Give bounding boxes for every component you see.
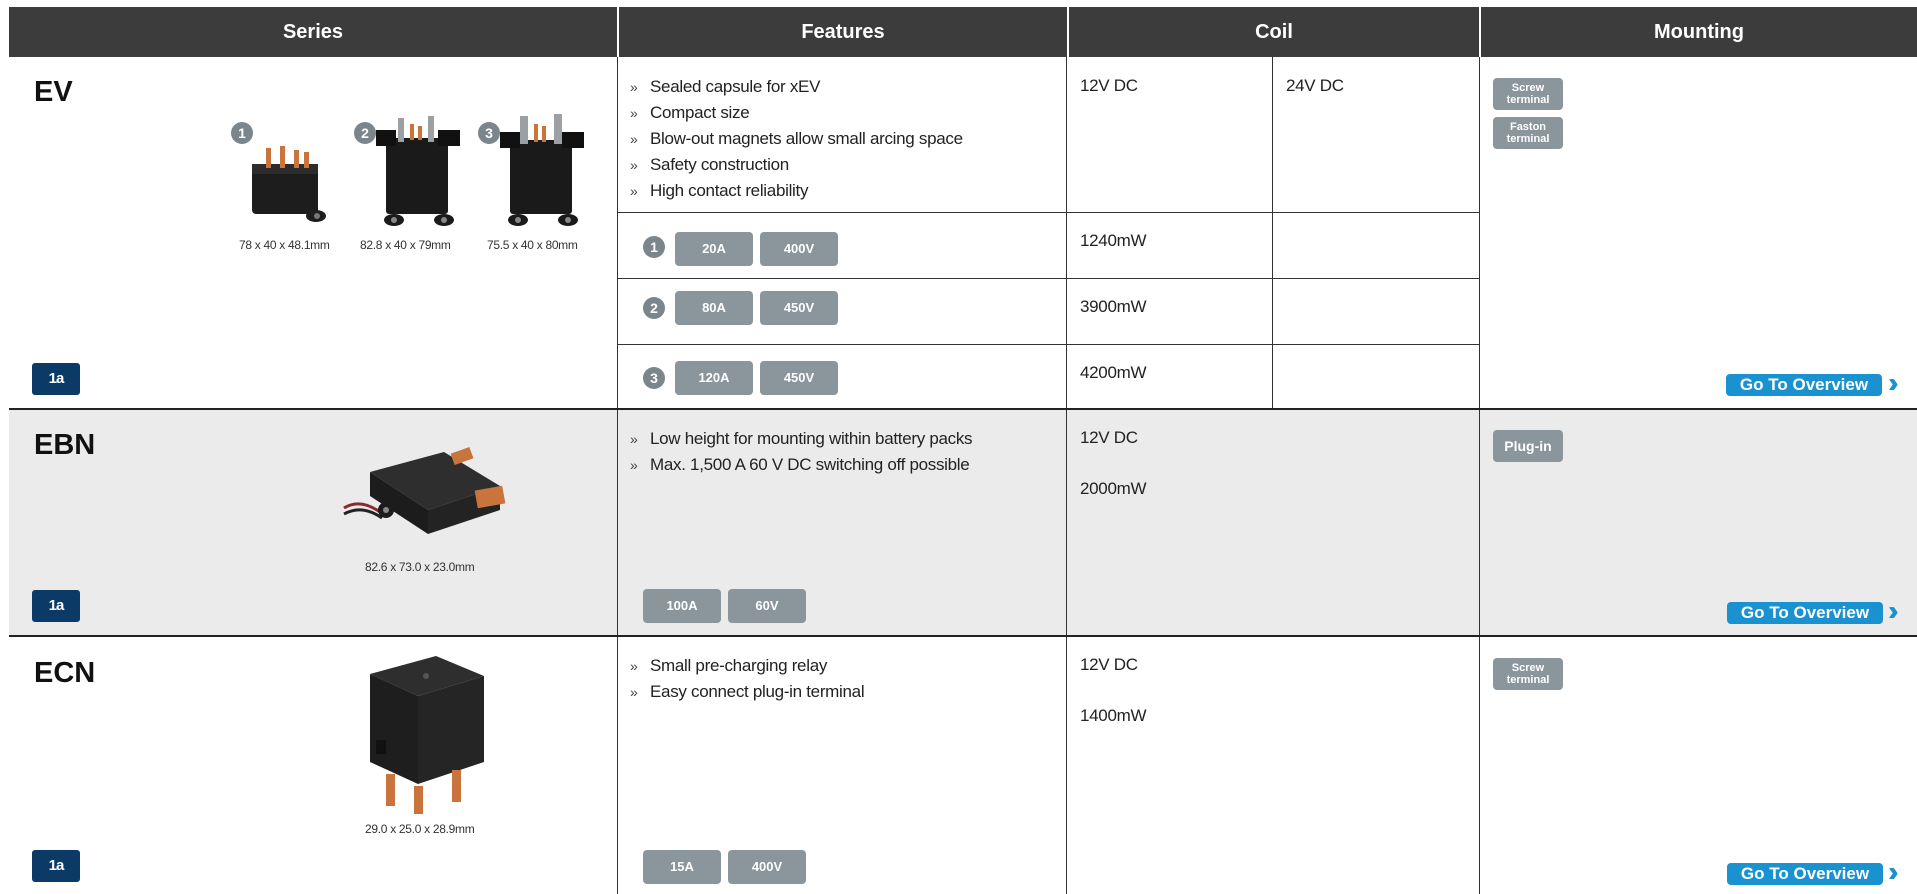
ev-divider bbox=[617, 278, 1479, 279]
ev-divider bbox=[617, 344, 1479, 345]
feature-item: » Low height for mounting within battery … bbox=[630, 429, 973, 448]
mounting-faston-terminal: Faston terminal bbox=[1493, 117, 1563, 149]
go-to-overview-button[interactable]: Go To Overview bbox=[1726, 374, 1882, 396]
table-header: Series Features Coil Mounting bbox=[9, 7, 1917, 57]
ecn-features-list: » Small pre-charging relay » Easy connect … bbox=[630, 653, 865, 705]
ev-relay-image-1 bbox=[252, 146, 326, 222]
feature-item: » Easy connect plug-in terminal bbox=[630, 682, 865, 701]
coil-divider bbox=[1272, 57, 1273, 409]
series-name-ebn: EBN bbox=[34, 429, 96, 461]
coil-power: 3900mW bbox=[1080, 297, 1147, 316]
ev-coil-12v: 12V DC bbox=[1080, 76, 1138, 95]
feature-item: » Sealed capsule for xEV bbox=[630, 77, 821, 96]
header-divider bbox=[1067, 7, 1069, 57]
ecn-coil-power: 1400mW bbox=[1080, 706, 1147, 725]
header-coil: Coil bbox=[1255, 21, 1293, 43]
current-rating-pill: 80A bbox=[675, 291, 753, 325]
ev-image-dim-1: 78 x 40 x 48.1mm bbox=[239, 238, 330, 252]
ebn-dim: 82.6 x 73.0 x 23.0mm bbox=[365, 560, 475, 574]
go-to-overview-button[interactable]: Go To Overview bbox=[1727, 602, 1883, 624]
header-divider bbox=[1479, 7, 1481, 57]
series-name-ev: EV bbox=[34, 76, 73, 108]
voltage-rating-pill: 60V bbox=[728, 589, 806, 623]
voltage-rating-pill: 450V bbox=[760, 291, 838, 325]
current-rating-pill: 100A bbox=[643, 589, 721, 623]
mounting-plug-in: Plug-in bbox=[1493, 430, 1563, 462]
ecn-relay-image bbox=[370, 656, 484, 814]
header-features: Features bbox=[801, 21, 885, 43]
chevron-right-icon[interactable]: ›› bbox=[1888, 369, 1898, 397]
ecn-contact-badge: 1a bbox=[32, 850, 80, 882]
variant-number: 3 bbox=[643, 367, 665, 389]
feature-item: » Max. 1,500 A 60 V DC switching off poss… bbox=[630, 455, 970, 474]
go-to-overview-button[interactable]: Go To Overview bbox=[1727, 863, 1883, 885]
ecn-dim: 29.0 x 25.0 x 28.9mm bbox=[365, 822, 475, 836]
current-rating-pill: 120A bbox=[675, 361, 753, 395]
mounting-screw-terminal: Screw terminal bbox=[1493, 78, 1563, 110]
variant-number: 2 bbox=[643, 297, 665, 319]
feature-item: » Safety construction bbox=[630, 155, 789, 174]
mounting-screw-terminal: Screw terminal bbox=[1493, 658, 1563, 690]
column-divider bbox=[1066, 57, 1067, 894]
feature-item: » Compact size bbox=[630, 103, 750, 122]
ebn-contact-badge: 1a bbox=[32, 590, 80, 622]
header-series: Series bbox=[282, 21, 344, 43]
ev-contact-badge: 1a bbox=[32, 363, 80, 395]
column-divider bbox=[617, 57, 618, 894]
ev-divider bbox=[617, 212, 1479, 213]
ebn-relay-image bbox=[343, 446, 506, 534]
chevron-right-icon[interactable]: ›› bbox=[1888, 858, 1898, 886]
voltage-rating-pill: 400V bbox=[760, 232, 838, 266]
row-separator bbox=[9, 635, 1917, 637]
coil-power: 4200mW bbox=[1080, 363, 1147, 382]
ev-relay-image-3 bbox=[500, 114, 584, 226]
ev-relay-image-2 bbox=[376, 116, 460, 226]
feature-item: » Blow-out magnets allow small arcing spa… bbox=[630, 129, 963, 148]
ev-image-dim-2: 82.8 x 40 x 79mm bbox=[360, 238, 451, 252]
chevron-right-icon[interactable]: ›› bbox=[1888, 597, 1898, 625]
current-rating-pill: 20A bbox=[675, 232, 753, 266]
row-separator bbox=[9, 408, 1917, 410]
variant-number: 1 bbox=[643, 236, 665, 258]
ebn-features-list: » Low height for mounting within battery … bbox=[630, 426, 973, 478]
current-rating-pill: 15A bbox=[643, 850, 721, 884]
series-name-ecn: ECN bbox=[34, 657, 96, 689]
feature-item: » Small pre-charging relay bbox=[630, 656, 828, 675]
coil-power: 1240mW bbox=[1080, 231, 1147, 250]
feature-item: » High contact reliability bbox=[630, 181, 809, 200]
header-divider bbox=[617, 7, 619, 57]
voltage-rating-pill: 450V bbox=[760, 361, 838, 395]
ebn-coil: 12V DC bbox=[1080, 428, 1138, 447]
ecn-coil: 12V DC bbox=[1080, 655, 1138, 674]
column-divider bbox=[1479, 57, 1480, 894]
ev-image-dim-3: 75.5 x 40 x 80mm bbox=[487, 238, 578, 252]
voltage-rating-pill: 400V bbox=[728, 850, 806, 884]
ev-features-list: » Sealed capsule for xEV » Compact size » B… bbox=[630, 74, 963, 204]
ebn-coil-power: 2000mW bbox=[1080, 479, 1147, 498]
header-mounting: Mounting bbox=[1654, 21, 1744, 43]
ev-coil-24v: 24V DC bbox=[1286, 76, 1344, 95]
